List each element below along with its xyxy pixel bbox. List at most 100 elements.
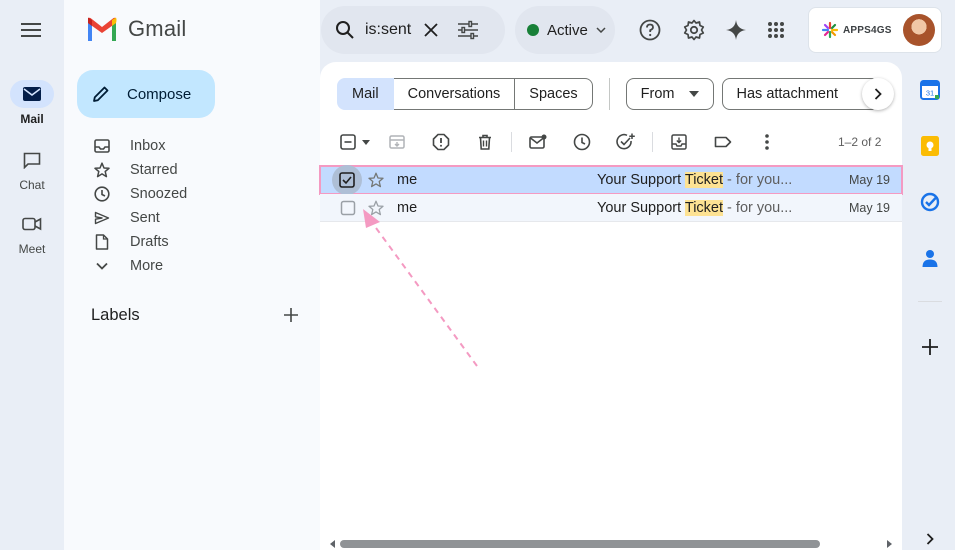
filter-from-label: From bbox=[640, 86, 675, 102]
apps4gs-logo-icon bbox=[821, 21, 839, 39]
side-panel-divider bbox=[918, 301, 942, 302]
delete-button[interactable] bbox=[463, 129, 507, 155]
main-menu-button[interactable] bbox=[14, 14, 48, 46]
apps-grid-icon bbox=[768, 22, 784, 38]
search-highlight: Ticket bbox=[684, 199, 724, 216]
show-side-panel-button[interactable] bbox=[917, 526, 943, 550]
sparkle-icon bbox=[726, 20, 746, 40]
annotation-arrow bbox=[363, 209, 478, 367]
add-task-icon bbox=[616, 133, 635, 150]
labels-heading: Labels bbox=[91, 306, 140, 324]
status-selector[interactable]: Active bbox=[515, 6, 615, 54]
segment-conversations[interactable]: Conversations bbox=[393, 78, 516, 110]
email-date: May 19 bbox=[849, 200, 890, 215]
status-dot bbox=[527, 24, 539, 36]
search-bar[interactable] bbox=[321, 6, 505, 54]
email-snippet: - for you... bbox=[723, 172, 793, 188]
clock-icon bbox=[94, 186, 110, 202]
nav-item-more[interactable]: More bbox=[92, 254, 312, 278]
nav-label-starred: Starred bbox=[130, 162, 178, 178]
email-snippet: - for you... bbox=[723, 199, 793, 216]
get-addons-button[interactable] bbox=[917, 334, 943, 360]
calendar-icon: 31 bbox=[920, 80, 940, 100]
filter-chip-row: Mail Conversations Spaces From Has attac… bbox=[337, 78, 880, 110]
move-to-button[interactable] bbox=[657, 129, 701, 155]
nav-item-starred[interactable]: Starred bbox=[92, 158, 312, 182]
pencil-icon bbox=[93, 86, 109, 102]
labels-button[interactable] bbox=[701, 129, 745, 155]
nav-label-more: More bbox=[130, 258, 164, 274]
add-to-tasks-button[interactable] bbox=[604, 129, 648, 155]
rail-label-chat: Chat bbox=[19, 178, 45, 192]
nav-item-drafts[interactable]: Drafts bbox=[92, 230, 312, 254]
gemini-button[interactable] bbox=[722, 16, 750, 44]
settings-button[interactable] bbox=[680, 16, 708, 44]
label-icon bbox=[714, 136, 732, 148]
tasks-icon bbox=[920, 192, 940, 212]
toolbar-divider bbox=[652, 132, 653, 152]
star-icon bbox=[94, 162, 110, 178]
rail-label-meet: Meet bbox=[18, 242, 46, 256]
nav-item-snoozed[interactable]: Snoozed bbox=[92, 182, 312, 206]
mail-icon bbox=[23, 87, 41, 101]
segment-spaces[interactable]: Spaces bbox=[515, 78, 593, 110]
rail-item-chat[interactable]: Chat bbox=[0, 146, 64, 192]
contacts-app-button[interactable] bbox=[917, 245, 943, 271]
rail-item-mail[interactable]: Mail bbox=[0, 80, 64, 126]
nav-list: Inbox Starred Snoozed Sent Drafts More bbox=[92, 134, 312, 278]
plus-icon bbox=[284, 308, 298, 322]
keep-app-button[interactable] bbox=[917, 133, 943, 159]
status-label: Active bbox=[547, 21, 588, 39]
archive-button[interactable] bbox=[375, 129, 419, 155]
apps-button[interactable] bbox=[762, 16, 790, 44]
filter-scroll-right-button[interactable] bbox=[862, 78, 894, 110]
svg-text:31: 31 bbox=[926, 89, 934, 98]
filter-has-attachment[interactable]: Has attachment bbox=[721, 78, 880, 110]
search-input[interactable] bbox=[365, 21, 413, 39]
caret-down-icon bbox=[362, 139, 370, 145]
archive-icon bbox=[389, 135, 405, 149]
search-highlight: Ticket bbox=[684, 172, 724, 188]
account-button[interactable]: APPS4GS bbox=[808, 7, 942, 53]
clear-search-icon[interactable] bbox=[423, 22, 439, 38]
checkbox-partial-icon bbox=[340, 134, 356, 150]
tasks-app-button[interactable] bbox=[917, 189, 943, 215]
report-icon bbox=[432, 133, 450, 151]
nav-label-drafts: Drafts bbox=[130, 234, 169, 250]
nav-label-inbox: Inbox bbox=[130, 138, 166, 154]
nav-item-sent[interactable]: Sent bbox=[92, 206, 312, 230]
chevron-down-icon bbox=[96, 262, 108, 270]
compose-label: Compose bbox=[127, 85, 192, 103]
contacts-icon bbox=[922, 250, 938, 267]
rail-label-mail: Mail bbox=[20, 112, 44, 126]
support-button[interactable] bbox=[636, 16, 664, 44]
gmail-logo[interactable]: Gmail bbox=[86, 16, 186, 42]
avatar[interactable] bbox=[903, 14, 935, 46]
row-checkbox[interactable] bbox=[332, 165, 362, 195]
nav-label-snoozed: Snoozed bbox=[130, 186, 188, 202]
snooze-button[interactable] bbox=[560, 129, 604, 155]
compose-button[interactable]: Compose bbox=[77, 70, 215, 118]
more-actions-button[interactable] bbox=[745, 129, 789, 155]
email-subject: Your Support Ticket - for you... bbox=[597, 172, 792, 188]
report-spam-button[interactable] bbox=[419, 129, 463, 155]
nav-label-sent: Sent bbox=[130, 210, 160, 226]
filter-from[interactable]: From bbox=[625, 78, 714, 110]
email-subject-text: Your Support bbox=[597, 199, 685, 216]
draft-icon bbox=[95, 234, 109, 250]
rail-item-meet[interactable]: Meet bbox=[0, 210, 64, 256]
search-options-icon[interactable] bbox=[457, 20, 479, 40]
mark-unread-button[interactable] bbox=[516, 129, 560, 155]
calendar-app-button[interactable]: 31 bbox=[917, 77, 943, 103]
more-vert-icon bbox=[765, 134, 769, 150]
move-to-inbox-icon bbox=[671, 134, 687, 150]
star-icon[interactable] bbox=[368, 172, 384, 188]
create-label-button[interactable] bbox=[281, 305, 301, 325]
hamburger-icon bbox=[21, 23, 41, 37]
email-row[interactable]: me Your Support Ticket - for you... May … bbox=[319, 165, 903, 195]
select-all-button[interactable] bbox=[335, 129, 375, 155]
keep-icon bbox=[921, 136, 939, 156]
segment-mail[interactable]: Mail bbox=[337, 78, 394, 110]
nav-item-inbox[interactable]: Inbox bbox=[92, 134, 312, 158]
horizontal-scrollbar[interactable] bbox=[330, 538, 892, 550]
